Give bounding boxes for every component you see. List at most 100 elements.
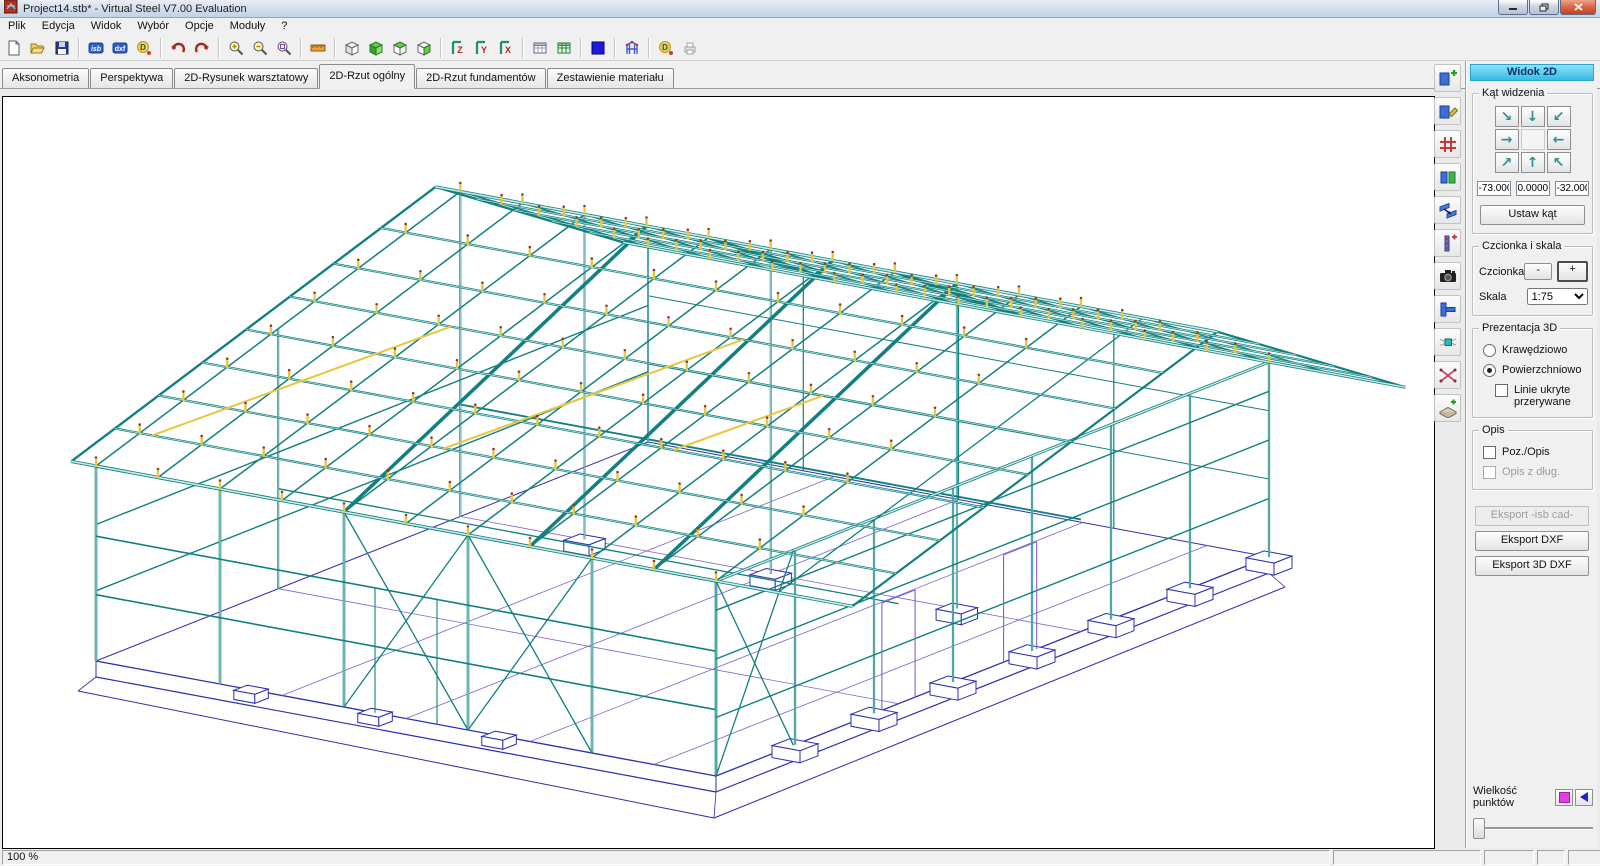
scale-select[interactable]: 1:75 — [1527, 288, 1588, 305]
export-drawing-2-button[interactable]: D — [654, 36, 678, 59]
view-angle-arrow-n-button[interactable]: ↑ — [1521, 152, 1545, 173]
slider-track[interactable] — [1475, 827, 1593, 830]
material-table-green-button[interactable] — [552, 36, 576, 59]
grid-settings-button[interactable] — [1434, 130, 1461, 158]
move-element-button[interactable] — [1434, 196, 1461, 224]
export-dxf-button[interactable]: Eksport DXF — [1475, 531, 1589, 551]
view-angle-arrow-sw-button[interactable]: ↙ — [1547, 106, 1571, 127]
view-angle-arrow-e-button[interactable]: → — [1495, 129, 1519, 150]
material-table-button[interactable] — [528, 36, 552, 59]
menu-item-moduly[interactable]: Moduły — [222, 18, 273, 35]
set-angle-button[interactable]: Ustaw kąt — [1480, 205, 1585, 225]
cut-node-button[interactable] — [1434, 361, 1461, 389]
add-beam-button[interactable] — [1434, 64, 1461, 92]
view-plane-x-button[interactable]: X — [494, 36, 518, 59]
export-3d-dxf-button[interactable]: Eksport 3D DXF — [1475, 556, 1589, 576]
angle-input-2[interactable] — [1516, 181, 1550, 196]
dxf-import-button[interactable]: dxf — [108, 36, 132, 59]
tab-rzut-fundamentow[interactable]: 2D-Rzut fundamentów — [416, 68, 545, 88]
measure-ruler-button[interactable] — [306, 36, 330, 59]
tab-aksonometria[interactable]: Aksonometria — [2, 68, 89, 88]
color-swatch-blue-button[interactable] — [586, 36, 610, 59]
redo-button[interactable] — [190, 36, 214, 59]
save-file-button[interactable] — [50, 36, 74, 59]
view-cube-solid-button[interactable] — [364, 36, 388, 59]
svg-text:D: D — [140, 43, 146, 52]
add-joint-button[interactable] — [1434, 229, 1461, 257]
edit-beam-icon — [1438, 101, 1458, 121]
photo-view-button[interactable] — [1434, 262, 1461, 290]
point-color-button[interactable] — [1555, 789, 1573, 806]
menu-bar: PlikEdycjaWidokWybórOpcjeModuły? — [0, 18, 1600, 36]
point-size-slider[interactable] — [1473, 817, 1593, 839]
radio-row-surfaces[interactable]: Powierzchniowo — [1483, 364, 1588, 377]
frame-structure-button[interactable] — [620, 36, 644, 59]
undo-button[interactable] — [166, 36, 190, 59]
hidden-lines-checkbox[interactable] — [1495, 384, 1508, 397]
description-group: Opis Poz./Opis Opis z dług. — [1472, 430, 1593, 490]
drawing-canvas[interactable] — [2, 96, 1435, 849]
menu-item-edycja[interactable]: Edycja — [34, 18, 83, 35]
view-cube-side-button[interactable] — [412, 36, 436, 59]
isb-import-button[interactable]: isb — [84, 36, 108, 59]
node-3d-button[interactable] — [1434, 328, 1461, 356]
menu-item-wybor[interactable]: Wybór — [129, 18, 177, 35]
add-plate-button[interactable] — [1434, 394, 1461, 422]
minimize-button[interactable] — [1498, 0, 1528, 15]
title-bar[interactable]: Project14.stb* - Virtual Steel V7.00 Eva… — [0, 0, 1600, 18]
zoom-out-button[interactable] — [248, 36, 272, 59]
menu-item-widok[interactable]: Widok — [83, 18, 130, 35]
status-segment-4 — [1537, 850, 1565, 865]
checkbox-row-poz-opis[interactable]: Poz./Opis — [1483, 446, 1588, 459]
restore-button[interactable] — [1529, 0, 1559, 15]
left-triangle-icon — [1580, 792, 1588, 802]
tab-perspektywa[interactable]: Perspektywa — [90, 68, 173, 88]
export-drawing-button[interactable]: D — [132, 36, 156, 59]
print-button[interactable] — [678, 36, 702, 59]
view-angle-arrow-se-button[interactable]: ↘ — [1495, 106, 1519, 127]
poz-opis-checkbox[interactable] — [1483, 446, 1496, 459]
angle-input-1[interactable] — [1477, 181, 1511, 196]
menu-item-plik[interactable]: Plik — [0, 18, 34, 35]
view-angle-arrow-ne-button[interactable]: ↗ — [1495, 152, 1519, 173]
open-file-button[interactable] — [26, 36, 50, 59]
view-angle-arrow-w-button[interactable]: ← — [1547, 129, 1571, 150]
view-cube-wire-button[interactable] — [340, 36, 364, 59]
toolbar-separator — [78, 38, 80, 58]
checkbox-row-hidden-lines[interactable]: Linie ukryte przerywane — [1495, 384, 1588, 408]
view-angle-arrow-nw-button[interactable]: ↖ — [1547, 152, 1571, 173]
radio-powierzchniowo[interactable] — [1483, 364, 1496, 377]
view-plane-y-button[interactable]: Y — [470, 36, 494, 59]
slider-handle[interactable] — [1473, 818, 1485, 839]
dxf-import-icon: dxf — [112, 40, 128, 56]
tab-rzut-ogolny[interactable]: 2D-Rzut ogólny — [319, 64, 415, 89]
radio-row-edges[interactable]: Krawędziowo — [1483, 344, 1588, 357]
beam-joint-button[interactable] — [1434, 295, 1461, 323]
tab-rysunek-warsztatowy[interactable]: 2D-Rysunek warsztatowy — [174, 68, 318, 88]
view-angle-arrow-s-button[interactable]: ↓ — [1521, 106, 1545, 127]
close-button[interactable] — [1560, 0, 1596, 15]
toolbar-separator — [580, 38, 582, 58]
new-file-button[interactable] — [2, 36, 26, 59]
view-cube-top-button[interactable] — [388, 36, 412, 59]
view-plane-z-icon: Z — [450, 40, 466, 56]
svg-text:dxf: dxf — [115, 46, 126, 53]
font-plus-button[interactable]: + — [1557, 261, 1588, 282]
view-plane-z-button[interactable]: Z — [446, 36, 470, 59]
font-minus-button[interactable]: - — [1524, 263, 1552, 280]
radio-krawedziowo[interactable] — [1483, 344, 1496, 357]
point-shape-button[interactable] — [1575, 789, 1593, 806]
zoom-in-button[interactable] — [224, 36, 248, 59]
view-cube-side-icon — [416, 40, 432, 56]
add-beam-icon — [1438, 68, 1458, 88]
angle-input-3[interactable] — [1555, 181, 1589, 196]
zoom-window-button[interactable] — [272, 36, 296, 59]
side-toolbar — [1434, 64, 1463, 427]
menu-item-opcje[interactable]: Opcje — [177, 18, 222, 35]
menu-item-help[interactable]: ? — [273, 18, 295, 35]
edit-beam-button[interactable] — [1434, 97, 1461, 125]
poz-opis-label: Poz./Opis — [1502, 446, 1550, 458]
copy-element-button[interactable] — [1434, 163, 1461, 191]
view-cube-solid-icon — [368, 40, 384, 56]
tab-zestawienie-materialu[interactable]: Zestawienie materiału — [547, 68, 674, 88]
